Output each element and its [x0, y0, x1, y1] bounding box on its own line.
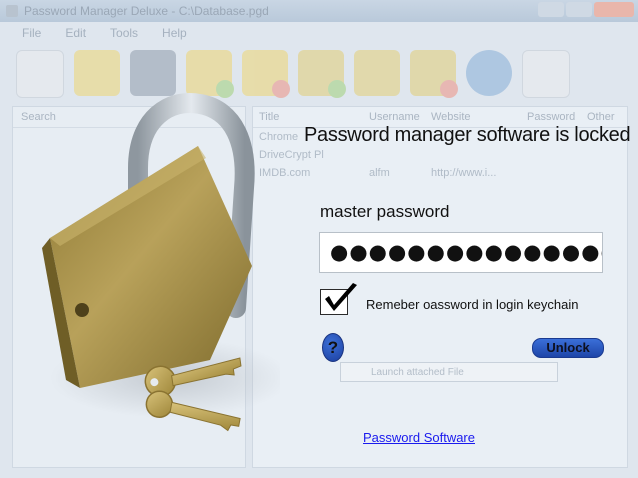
add-key-icon — [298, 50, 346, 98]
bg-menu-file: File — [22, 26, 42, 40]
edit-key-icon — [354, 50, 400, 96]
window-controls — [538, 2, 634, 17]
padlock-image — [20, 88, 290, 448]
bg-window-title: Password Manager Deluxe - C:\Database.pg… — [24, 4, 269, 18]
bg-col-website: Website — [431, 111, 471, 123]
bg-col-other: Other — [587, 111, 615, 123]
bg-cell-username: alfm — [369, 167, 390, 179]
maximize-icon — [566, 2, 592, 17]
bg-title-bar: Password Manager Deluxe - C:\Database.pg… — [0, 0, 638, 22]
bg-entries-panel: Title Username Website Password Other Ch… — [252, 106, 628, 468]
bg-col-password: Password — [527, 111, 576, 123]
help-button[interactable]: ? — [322, 333, 344, 362]
bg-menu-tools: Tools — [110, 26, 139, 40]
unlock-button[interactable]: Unlock — [532, 338, 604, 358]
close-icon — [594, 2, 634, 17]
checkmark-icon — [325, 283, 357, 311]
minimize-icon — [538, 2, 564, 17]
bg-launch-field: Launch attached File — [340, 362, 558, 382]
bg-cell-website: http://www.i... — [431, 167, 497, 179]
dialog-title: Password manager software is locked — [304, 124, 631, 146]
app-icon — [6, 5, 18, 17]
table-row: IMDB.com alfm http://www.i... — [253, 164, 627, 182]
delete-key-icon — [410, 50, 458, 98]
bg-menu-help: Help — [162, 26, 187, 40]
master-password-field[interactable]: ●●●●●●●●●●●●●●●●●●● — [319, 232, 603, 273]
bg-col-username: Username — [369, 111, 420, 123]
bg-menu-bar: File Edit Tools Help — [0, 26, 187, 46]
table-row: DriveCrypt Pl — [253, 146, 627, 164]
master-password-label: master password — [320, 202, 450, 221]
padlock-icon — [42, 93, 290, 432]
remember-password-label: Remeber oassword in login keychain — [366, 297, 579, 312]
bg-menu-edit: Edit — [65, 26, 87, 40]
password-software-link[interactable]: Password Software — [363, 430, 475, 445]
remember-password-checkbox[interactable] — [320, 283, 357, 315]
notes-icon — [522, 50, 570, 98]
launch-icon — [466, 50, 512, 96]
